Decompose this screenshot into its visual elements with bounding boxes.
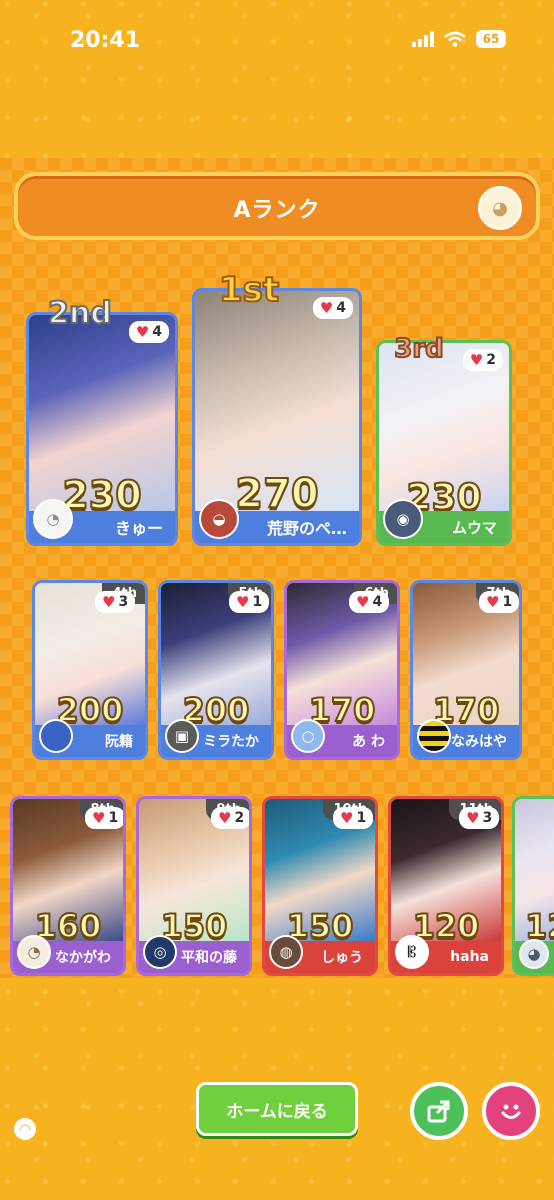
player-name: なかがわ — [55, 950, 111, 966]
rank-card-7[interactable]: 7th ♥1 170 なみはや — [410, 580, 522, 760]
heart-icon: ♥ — [469, 351, 484, 369]
stamp-button[interactable] — [482, 1082, 540, 1140]
place-label-2nd: 2nd — [47, 295, 113, 332]
heart-badge: ♥ 2 — [211, 807, 249, 829]
heart-badge: ♥ 1 — [479, 591, 519, 613]
battery-indicator: 65 — [476, 30, 506, 48]
heart-icon: ♥ — [319, 299, 334, 317]
player-avatar: ◉ — [383, 499, 423, 539]
player-avatar — [417, 719, 451, 753]
rank-title: Aランク — [233, 198, 321, 223]
heart-badge: ♥ 2 — [462, 349, 503, 371]
player-name: ミラたか — [203, 734, 259, 750]
heart-badge: ♥ 1 — [229, 591, 270, 613]
player-avatar: 𝄡 — [395, 935, 429, 969]
heart-icon: ♥ — [92, 809, 106, 827]
user-avatar[interactable]: ◕ — [478, 186, 522, 230]
connection-icon: ◠ — [14, 1118, 36, 1140]
status-bar: 20:41 65 — [0, 0, 554, 80]
player-name: ムウマ — [451, 518, 497, 537]
status-time: 20:41 — [70, 28, 141, 53]
player-name: きゅー — [114, 519, 163, 538]
rank-card-8[interactable]: 8th ♥1 160 なかがわ ◔ — [10, 796, 126, 976]
heart-icon: ♥ — [486, 593, 500, 611]
heart-badge: ♥ 4 — [349, 591, 390, 613]
share-icon — [427, 1100, 450, 1123]
rank-card-4[interactable]: 4th ♥3 200 阮籍 — [32, 580, 148, 760]
heart-icon: ♥ — [218, 809, 232, 827]
player-avatar: ▣ — [165, 719, 199, 753]
place-label-1st: 1st — [218, 269, 280, 311]
home-button[interactable]: ホームに戻る — [196, 1082, 358, 1136]
smile-icon — [501, 1104, 521, 1119]
player-name: 平和の藤 — [181, 950, 237, 966]
heart-icon: ♥ — [236, 593, 250, 611]
player-name: あ わ — [352, 734, 385, 750]
heart-badge: ♥ 3 — [95, 591, 136, 613]
status-icons: 65 — [412, 30, 506, 48]
rank-header: Aランク ◕ — [14, 172, 540, 240]
player-avatar: ◒ — [199, 499, 239, 539]
wifi-icon — [444, 31, 466, 47]
rank-card-3[interactable]: ♥ 2 230 ムウマ ◉ — [376, 340, 512, 546]
player-name: なみはや — [451, 734, 507, 750]
rank-card-10[interactable]: 10th ♥1 150 しゅう ◍ — [262, 796, 378, 976]
heart-badge: ♥ 3 — [459, 807, 500, 829]
rank-card-11[interactable]: 11th ♥3 120 haha 𝄡 — [388, 796, 504, 976]
heart-icon: ♥ — [340, 809, 354, 827]
player-name: しゅう — [321, 950, 363, 966]
heart-badge: ♥ 1 — [333, 807, 374, 829]
heart-icon: ♥ — [102, 593, 116, 611]
player-avatar: ○ — [291, 719, 325, 753]
rank-card-2[interactable]: ♥ 4 230 きゅー ◔ — [26, 312, 178, 546]
heart-icon: ♥ — [135, 323, 150, 341]
player-avatar: ◎ — [143, 935, 177, 969]
rank-card-1[interactable]: ♥ 4 270 荒野のペ… ◒ — [192, 288, 362, 546]
rank-card-6[interactable]: 6th ♥4 170 あ わ ○ — [284, 580, 400, 760]
heart-badge: ♥ 4 — [312, 297, 353, 319]
heart-icon: ♥ — [356, 593, 370, 611]
heart-badge: ♥ 4 — [128, 321, 169, 343]
player-avatar: ◍ — [269, 935, 303, 969]
player-name: 阮籍 — [105, 734, 133, 750]
player-name: 荒野のペ… — [266, 519, 347, 538]
heart-icon: ♥ — [466, 809, 480, 827]
player-avatar: ◔ — [33, 499, 73, 539]
share-button[interactable] — [410, 1082, 468, 1140]
player-avatar — [39, 719, 73, 753]
player-name: haha — [450, 949, 489, 965]
rank-card-9[interactable]: 9th ♥2 150 平和の藤 ◎ — [136, 796, 252, 976]
rank-card-12-partial[interactable]: 12 ◕ — [512, 796, 554, 976]
place-label-3rd: 3rd — [393, 333, 445, 365]
heart-badge: ♥ 1 — [85, 807, 123, 829]
player-avatar: ◔ — [17, 935, 51, 969]
rank-card-5[interactable]: 5th ♥1 200 ミラたか ▣ — [158, 580, 274, 760]
player-avatar: ◕ — [519, 939, 549, 969]
signal-icon — [412, 31, 434, 47]
